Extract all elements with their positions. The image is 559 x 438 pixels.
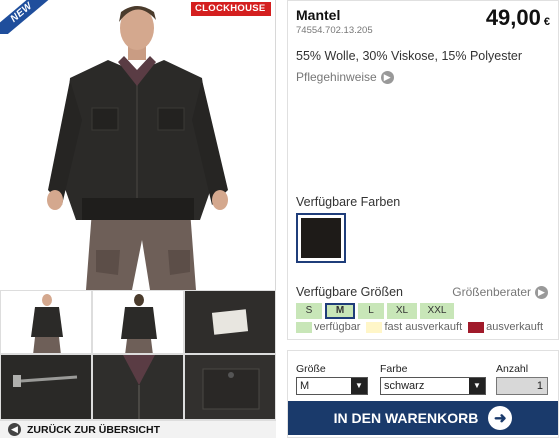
thumbnail-pocket-image <box>202 368 260 410</box>
thumbnail-front[interactable] <box>0 290 92 354</box>
size-option-m[interactable]: M <box>325 303 355 319</box>
thumbnail-pocket-detail[interactable] <box>184 354 276 420</box>
price-currency: € <box>543 16 550 28</box>
color-swatch-fill <box>301 218 341 258</box>
legend-swatch-almost-sold-out <box>366 321 383 333</box>
color-swatch-black[interactable] <box>296 213 346 263</box>
available-sizes-label: Verfügbare Größen <box>296 285 404 299</box>
arrow-right-icon: ➜ <box>488 406 513 430</box>
size-select[interactable]: M ▼ <box>296 377 368 395</box>
back-to-overview-label: ZURÜCK ZUR ÜBERSICHT <box>27 423 160 436</box>
thumbnail-zipper-image <box>13 375 78 387</box>
brand-logo: CLOCKHOUSE <box>191 2 271 16</box>
thumbnail-front-image <box>31 294 63 353</box>
product-price: 49,00 € <box>486 5 550 31</box>
color-select[interactable]: schwarz ▼ <box>380 377 486 395</box>
size-advisor-label: Größenberater <box>452 285 531 299</box>
size-option-s[interactable]: S <box>296 303 322 319</box>
size-option-xl[interactable]: XL <box>387 303 417 319</box>
thumbnail-label-detail[interactable] <box>184 290 276 354</box>
legend-swatch-available <box>296 321 312 333</box>
legend-almost-sold-out: fast ausverkauft <box>366 321 462 333</box>
color-select-label: Farbe <box>380 363 408 375</box>
thumbnail-zipper-detail[interactable] <box>0 354 92 420</box>
chevron-down-icon: ▼ <box>351 378 367 394</box>
thumbnail-back-image <box>121 294 157 353</box>
size-option-l[interactable]: L <box>358 303 384 319</box>
thumbnail-label-image <box>185 291 275 353</box>
availability-legend: verfügbar fast ausverkauft ausverkauft <box>296 321 549 333</box>
legend-sold-out: ausverkauft <box>468 321 543 333</box>
arrow-right-icon: ▶ <box>535 285 548 299</box>
care-instructions-link[interactable]: Pflegehinweise ▶ <box>296 70 394 84</box>
size-options: S M L XL XXL <box>296 303 457 319</box>
new-badge: NEW <box>0 0 52 34</box>
product-details-panel: Mantel 74554.702.13.205 49,00 € 55% Wolle… <box>287 0 559 340</box>
add-to-cart-label: IN DEN WARENKORB <box>333 410 479 426</box>
product-material: 55% Wolle, 30% Viskose, 15% Polyester <box>296 49 523 63</box>
legend-available: verfügbar <box>296 321 360 333</box>
legend-available-label: verfügbar <box>314 321 361 333</box>
add-to-cart-button[interactable]: IN DEN WARENKORB ➜ <box>288 401 558 435</box>
thumbnail-gallery <box>0 290 276 420</box>
size-select-value: M <box>300 380 310 392</box>
legend-almost-sold-out-label: fast ausverkauft <box>384 321 463 333</box>
color-select-value: schwarz <box>384 380 425 392</box>
chevron-down-icon: ▼ <box>469 378 485 394</box>
model-photo <box>47 6 228 290</box>
back-to-overview-link[interactable]: ◀ ZURÜCK ZUR ÜBERSICHT <box>0 420 276 438</box>
order-panel: Größe M ▼ Farbe schwarz ▼ Anzahl 1 IN DE… <box>287 350 559 438</box>
thumbnail-collar-detail[interactable] <box>92 354 184 420</box>
arrow-right-icon: ▶ <box>380 70 394 84</box>
product-title: Mantel <box>296 7 341 23</box>
price-value: 49,00 <box>485 5 541 30</box>
legend-sold-out-label: ausverkauft <box>486 321 544 333</box>
size-select-label: Größe <box>296 363 326 375</box>
care-instructions-label: Pflegehinweise <box>296 70 377 84</box>
quantity-label: Anzahl <box>496 363 529 375</box>
arrow-left-icon: ◀ <box>8 423 21 436</box>
thumbnail-collar-image <box>123 355 155 419</box>
legend-swatch-sold-out <box>468 321 485 333</box>
size-advisor-link[interactable]: Größenberater ▶ <box>452 285 548 299</box>
available-colors-label: Verfügbare Farben <box>296 195 401 209</box>
size-option-xxl[interactable]: XXL <box>420 303 454 319</box>
product-main-image[interactable]: NEW CLOCKHOUSE <box>0 0 276 290</box>
new-badge-label: NEW <box>0 0 52 34</box>
thumbnail-back[interactable] <box>92 290 184 354</box>
product-sku: 74554.702.13.205 <box>296 25 373 36</box>
quantity-input[interactable]: 1 <box>496 377 548 395</box>
